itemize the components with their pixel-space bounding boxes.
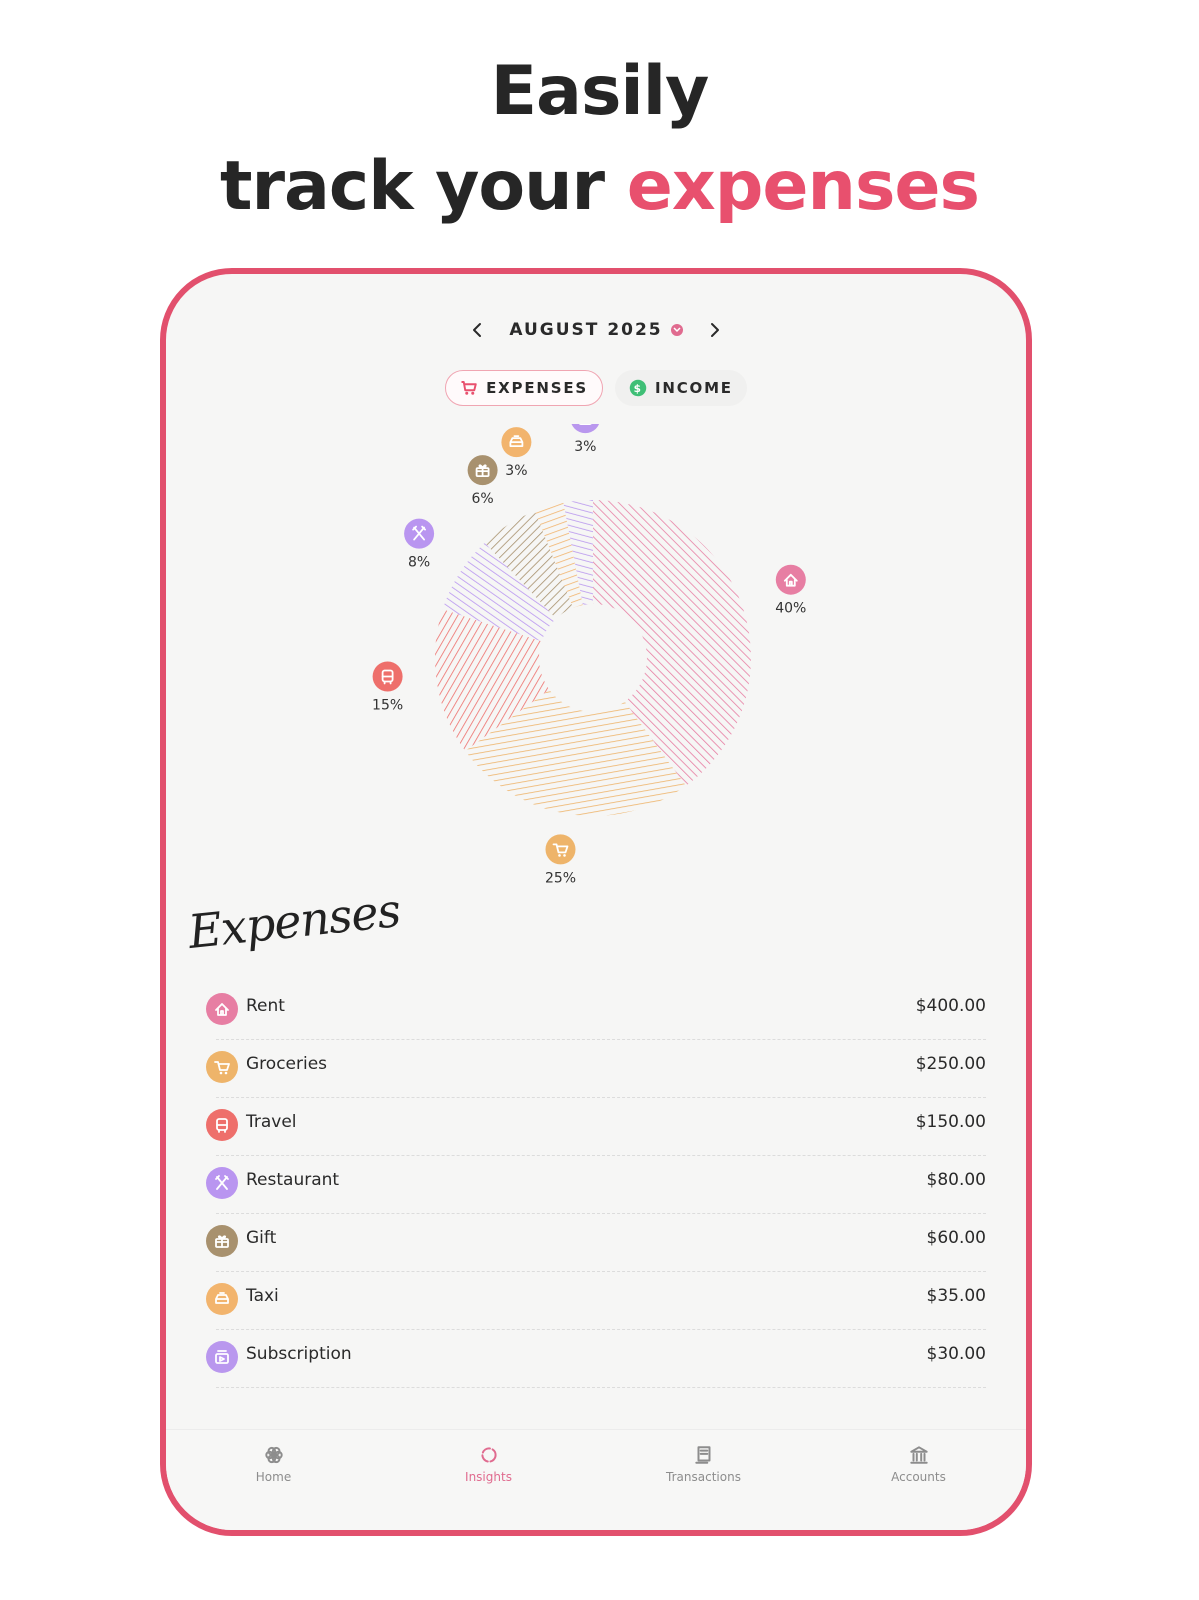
- tablet-screen: AUGUST 2025 EXPENSES $ INCOME 40% 25% 15% 8…: [160, 268, 1032, 1536]
- month-label: AUGUST 2025: [509, 320, 663, 340]
- tab-label: Accounts: [891, 1470, 946, 1484]
- chevron-right-icon: [710, 323, 719, 337]
- taxi-icon: [206, 1283, 238, 1315]
- headline-prefix: track your: [219, 147, 627, 226]
- expense-donut-chart: 40% 25% 15% 8% 6% 3% 3%: [372, 424, 806, 886]
- receipt-icon: [694, 1446, 710, 1464]
- expense-amount: $150.00: [915, 1112, 986, 1132]
- slice-percent-label: 15%: [372, 698, 403, 714]
- expense-row-taxi[interactable]: Taxi $35.00: [206, 1272, 986, 1330]
- expense-row-gift[interactable]: Gift $60.00: [206, 1214, 986, 1272]
- utensils-icon: [206, 1167, 238, 1199]
- slice-marker-subscription: 3%: [571, 424, 600, 455]
- expense-amount: $30.00: [926, 1344, 986, 1364]
- tab-home[interactable]: Home: [166, 1430, 381, 1530]
- cart-icon: [461, 381, 477, 395]
- expense-amount: $250.00: [915, 1054, 986, 1074]
- slice-icon-bg: [775, 564, 806, 595]
- expense-name: Rent: [246, 996, 285, 1016]
- expenses-tab-label: EXPENSES: [486, 379, 588, 397]
- expenses-list-title: Expenses: [185, 883, 403, 959]
- slice-icon-bg: [571, 424, 600, 434]
- tab-accounts[interactable]: Accounts: [811, 1430, 1026, 1530]
- subscription-icon: [206, 1341, 238, 1373]
- svg-text:$: $: [634, 383, 643, 395]
- expense-amount: $60.00: [926, 1228, 986, 1248]
- bottom-tab-bar: Home Insights Transactions Accounts: [166, 1429, 1026, 1530]
- slice-marker-groceries: 25%: [545, 834, 576, 886]
- income-tab[interactable]: $ INCOME: [614, 370, 747, 406]
- slice-marker-restaurant: 8%: [404, 518, 435, 571]
- previous-month-button[interactable]: [463, 316, 491, 344]
- headline-line-2: track your expenses: [0, 143, 1199, 231]
- expense-name: Taxi: [246, 1286, 279, 1306]
- headline-accent: expenses: [626, 147, 980, 226]
- expense-row-travel[interactable]: Travel $150.00: [206, 1098, 986, 1156]
- slice-marker-rent: 40%: [775, 564, 806, 617]
- month-selector[interactable]: AUGUST 2025: [509, 320, 683, 340]
- expense-amount: $35.00: [926, 1286, 986, 1306]
- income-tab-label: INCOME: [654, 379, 733, 397]
- slice-percent-label: 3%: [505, 463, 527, 479]
- slice-percent-label: 6%: [471, 491, 493, 507]
- chevron-left-icon: [473, 323, 482, 337]
- slice-icon-bg: [545, 834, 576, 865]
- slice-marker-taxi: 3%: [501, 427, 532, 479]
- expense-amount: $400.00: [915, 996, 986, 1016]
- slice-percent-label: 25%: [545, 870, 576, 886]
- house-icon: [206, 993, 238, 1025]
- cart-icon: [206, 1051, 238, 1083]
- expense-name: Groceries: [246, 1054, 328, 1074]
- expense-name: Gift: [246, 1228, 277, 1248]
- tab-label: Home: [255, 1470, 292, 1484]
- type-toggle: EXPENSES $ INCOME: [166, 370, 1026, 406]
- expense-row-restaurant[interactable]: Restaurant $80.00: [206, 1156, 986, 1214]
- expense-amount: $80.00: [926, 1170, 986, 1190]
- slice-marker-gift: 6%: [467, 455, 498, 507]
- tab-label: Transactions: [666, 1470, 741, 1484]
- bus-icon: [206, 1109, 238, 1141]
- expense-list: Rent $400.00 Groceries $250.00 Travel $150.00…: [206, 982, 986, 1388]
- tab-label: Insights: [465, 1470, 512, 1484]
- slice-percent-label: 8%: [408, 555, 430, 571]
- headline-line-1: Easily: [490, 52, 710, 131]
- slice-percent-label: 3%: [574, 439, 596, 455]
- tab-insights[interactable]: Insights: [381, 1430, 596, 1530]
- expense-name: Restaurant: [246, 1170, 340, 1190]
- expense-name: Subscription: [246, 1344, 352, 1364]
- expenses-tab[interactable]: EXPENSES: [445, 370, 603, 406]
- expense-row-groceries[interactable]: Groceries $250.00: [206, 1040, 986, 1098]
- bank-icon: [909, 1446, 928, 1464]
- ring-icon: [480, 1447, 497, 1463]
- flower-icon: [264, 1446, 283, 1464]
- slice-marker-travel: 15%: [372, 661, 403, 714]
- chevron-down-icon: [670, 324, 683, 336]
- dollar-icon: $: [629, 379, 647, 397]
- expense-row-rent[interactable]: Rent $400.00: [206, 982, 986, 1040]
- month-navigator: AUGUST 2025: [166, 314, 1026, 346]
- expense-row-subscription[interactable]: Subscription $30.00: [206, 1330, 986, 1388]
- expense-name: Travel: [246, 1112, 297, 1132]
- next-month-button[interactable]: [701, 316, 729, 344]
- gift-icon: [206, 1225, 238, 1257]
- tab-transactions[interactable]: Transactions: [596, 1430, 811, 1530]
- slice-percent-label: 40%: [775, 601, 806, 617]
